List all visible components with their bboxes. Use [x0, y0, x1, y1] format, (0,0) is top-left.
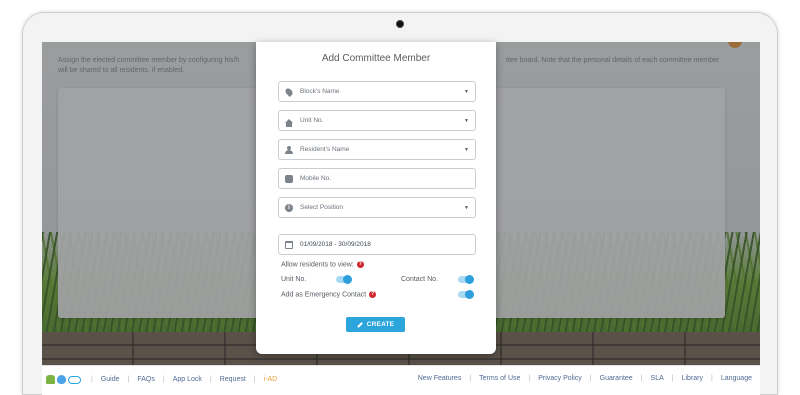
unit-select-placeholder: Unit No. — [300, 117, 324, 124]
location-pin-icon — [284, 86, 294, 97]
footer: | Guide | FAQs | App Lock | Request | i-… — [42, 365, 760, 395]
footer-link-terms[interactable]: Terms of Use — [479, 375, 520, 382]
block-select-placeholder: Block's Name — [300, 88, 340, 95]
toggle-knob — [343, 275, 352, 284]
mobile-input[interactable]: Mobile No. — [278, 168, 476, 189]
footer-left: | Guide | FAQs | App Lock | Request | i-… — [46, 375, 277, 384]
add-committee-member-modal: Add Committee Member Block's Name ▼ Unit… — [256, 42, 496, 354]
block-select[interactable]: Block's Name ▼ — [278, 81, 476, 102]
resident-select[interactable]: Resident's Name ▼ — [278, 139, 476, 160]
toggle-knob — [465, 290, 474, 299]
calendar-icon — [285, 240, 293, 249]
resident-select-placeholder: Resident's Name — [300, 146, 350, 153]
create-button-label: CREATE — [366, 321, 395, 328]
position-select[interactable]: i Select Position ▼ — [278, 197, 476, 218]
footer-link-library[interactable]: Library — [682, 375, 703, 382]
caret-down-icon: ▼ — [464, 89, 469, 95]
footer-link-app-lock[interactable]: App Lock — [173, 376, 202, 383]
caret-down-icon: ▼ — [464, 118, 469, 124]
date-range-value: 01/09/2018 - 30/09/2018 — [300, 241, 371, 248]
footer-link-faqs[interactable]: FAQs — [137, 376, 155, 383]
unit-toggle-label: Unit No. — [281, 276, 307, 283]
modal-title: Add Committee Member — [321, 53, 431, 64]
toggle-knob — [465, 275, 474, 284]
mobile-input-placeholder: Mobile No. — [300, 175, 332, 182]
contact-toggle[interactable] — [458, 275, 474, 284]
footer-link-guide[interactable]: Guide — [101, 376, 120, 383]
home-icon — [285, 118, 293, 127]
contact-toggle-label: Contact No. — [401, 276, 438, 283]
footer-link-new-features[interactable]: New Features — [418, 375, 462, 382]
caret-down-icon: ▼ — [464, 205, 469, 211]
info-icon: i — [285, 203, 293, 212]
user-icon — [285, 145, 293, 154]
apple-icon[interactable] — [57, 375, 66, 384]
footer-right: New Features | Terms of Use | Privacy Po… — [417, 375, 752, 382]
footer-link-language[interactable]: Language — [721, 375, 752, 382]
footer-link-sla[interactable]: SLA — [651, 375, 664, 382]
emergency-contact-toggle[interactable] — [458, 290, 474, 299]
create-button[interactable]: CREATE — [346, 317, 405, 332]
cloud-icon[interactable] — [68, 375, 81, 384]
footer-link-privacy[interactable]: Privacy Policy — [538, 375, 582, 382]
allow-residents-label: Allow residents to view:? — [281, 261, 364, 269]
position-select-placeholder: Select Position — [300, 204, 343, 211]
footer-link-guarantee[interactable]: Guarantee — [600, 375, 633, 382]
emergency-contact-label: Add as Emergency Contact? — [281, 291, 377, 299]
help-icon[interactable]: ? — [356, 261, 364, 268]
pencil-icon — [356, 321, 363, 328]
date-range-input[interactable]: 01/09/2018 - 30/09/2018 — [278, 234, 476, 255]
phone-icon — [285, 174, 293, 183]
unit-select[interactable]: Unit No. ▼ — [278, 110, 476, 131]
caret-down-icon: ▼ — [464, 147, 469, 153]
android-icon[interactable] — [46, 375, 55, 384]
footer-link-request[interactable]: Request — [220, 376, 246, 383]
footer-link-i-ad[interactable]: i-AD — [264, 376, 278, 383]
camera-icon — [397, 21, 403, 27]
help-icon[interactable]: ? — [369, 291, 377, 298]
unit-toggle[interactable] — [336, 275, 352, 284]
